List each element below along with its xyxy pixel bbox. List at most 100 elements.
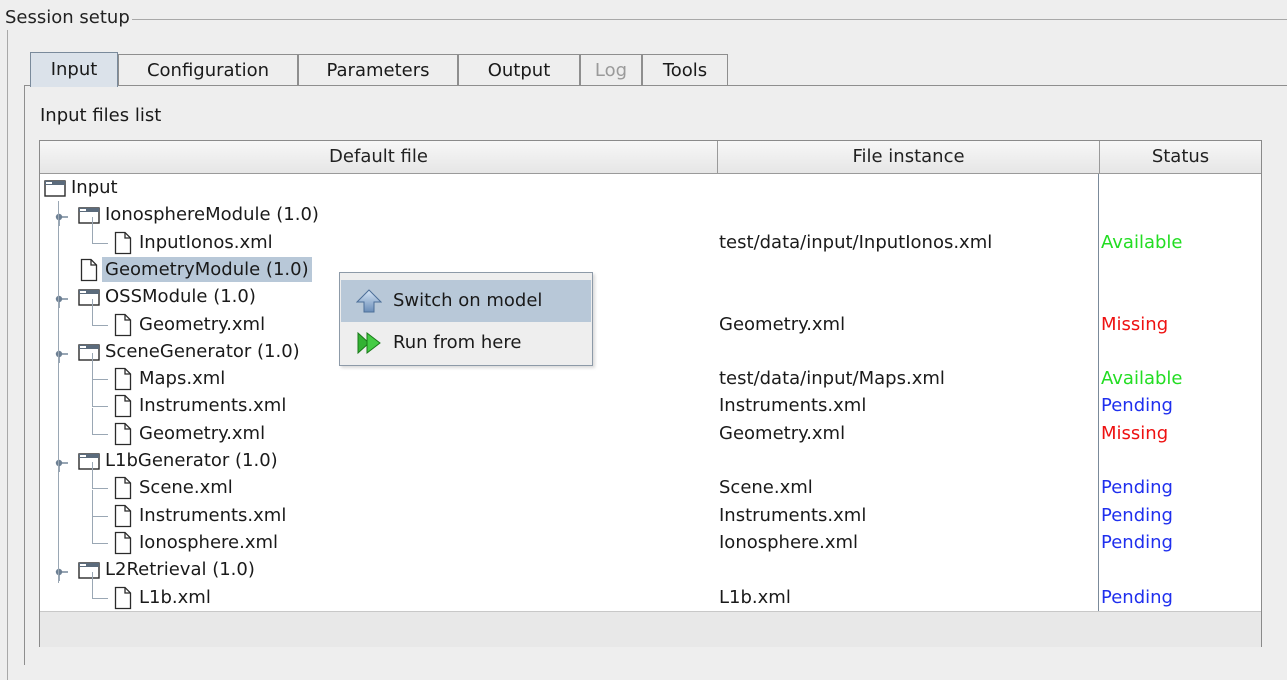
folder-icon (78, 343, 100, 366)
tree-line (92, 572, 93, 598)
tree-folder-row[interactable]: Input (40, 174, 1261, 201)
status-cell: Available (1101, 368, 1183, 389)
tree-line (92, 325, 108, 326)
folder-icon (78, 561, 100, 584)
tree-node-label[interactable]: Instruments.xml (136, 393, 289, 418)
folder-icon (78, 206, 100, 229)
file-instance-cell: Geometry.xml (719, 423, 846, 444)
tree-node-label[interactable]: L1b.xml (136, 585, 214, 610)
tree-file-row[interactable]: Ionosphere.xml Ionosphere.xml Pending (40, 517, 1261, 556)
expand-toggle-icon[interactable] (54, 565, 68, 581)
tree-node-label[interactable]: Scene.xml (136, 475, 236, 500)
tree-node-label[interactable]: InputIonos.xml (136, 230, 276, 255)
tree-file-row[interactable]: Instruments.xml Instruments.xml Pending (40, 380, 1261, 419)
tree-node-label[interactable]: Ionosphere.xml (136, 530, 281, 555)
tree-node-label[interactable]: GeometryModule (1.0) (102, 257, 312, 282)
status-cell: Missing (1101, 314, 1169, 335)
expand-toggle-icon[interactable] (54, 347, 68, 363)
menu-item-switch-on-model[interactable]: Switch on model (341, 280, 591, 322)
expand-toggle-icon[interactable] (54, 456, 68, 472)
tab-log: Log (580, 54, 642, 86)
tree-file-row[interactable]: L1b.xml L1b.xml Pending (40, 572, 1261, 611)
tree-node-label[interactable]: Maps.xml (136, 366, 228, 391)
tree-line (92, 408, 93, 434)
file-instance-cell: Scene.xml (719, 477, 813, 498)
tab-parameters[interactable]: Parameters (298, 54, 458, 86)
tree-folder-row[interactable]: IonosphereModule (1.0) (40, 201, 1261, 228)
table-header: Default file File instance Status (40, 141, 1261, 174)
tree-file-row[interactable]: Scene.xml Scene.xml Pending (40, 462, 1261, 501)
tree-node-label[interactable]: IonosphereModule (1.0) (102, 202, 322, 227)
tree-file-row[interactable]: Maps.xml test/data/input/Maps.xml Availabl… (40, 353, 1261, 392)
file-instance-cell: test/data/input/InputIonos.xml (719, 232, 993, 253)
table-footer (40, 611, 1261, 647)
status-cell: Pending (1101, 477, 1173, 498)
input-files-list-label: Input files list (40, 105, 162, 126)
tree-node-label[interactable]: L1bGenerator (1.0) (102, 448, 281, 473)
file-instance-cell: Instruments.xml (719, 505, 867, 526)
tree-folder-row[interactable]: OSSModule (1.0) (40, 283, 1261, 310)
status-cell: Pending (1101, 505, 1173, 526)
status-cell: Pending (1101, 395, 1173, 416)
tree-node-label[interactable]: L2Retrieval (1.0) (102, 557, 258, 582)
tree-node-label[interactable]: Instruments.xml (136, 503, 289, 528)
tree-file-row[interactable]: Geometry.xml Geometry.xml Missing (40, 299, 1261, 338)
tree-line (92, 488, 108, 489)
file-instance-cell: Ionosphere.xml (719, 532, 859, 553)
file-icon (114, 394, 132, 423)
run-forward-icon (356, 331, 382, 355)
tree-node-label[interactable]: OSSModule (1.0) (102, 284, 259, 309)
column-header-file-instance[interactable]: File instance (718, 141, 1100, 174)
expand-toggle-icon[interactable] (54, 292, 68, 308)
tree-line (92, 598, 108, 599)
up-arrow-icon (355, 289, 383, 313)
tree-folder-row[interactable]: L1bGenerator (1.0) (40, 447, 1261, 474)
file-instance-cell: L1b.xml (719, 587, 791, 608)
tree-line (58, 201, 59, 583)
tree-line (92, 379, 108, 380)
status-cell: Pending (1101, 532, 1173, 553)
tree-line (92, 490, 93, 516)
tree-line (92, 380, 93, 406)
input-files-table: Default file File instance Status Input I… (39, 140, 1262, 647)
column-header-status[interactable]: Status (1100, 141, 1261, 174)
menu-item-label: Run from here (393, 332, 522, 353)
table-body: Input IonosphereModule (1.0) InputIonos.xm… (40, 174, 1261, 611)
tree-line (92, 406, 108, 407)
tree-line (92, 543, 108, 544)
tree-folder-row[interactable]: L2Retrieval (1.0) (40, 556, 1261, 583)
tree-folder-row[interactable]: SceneGenerator (1.0) (40, 338, 1261, 365)
tree-file-row[interactable]: GeometryModule (1.0) (40, 256, 1261, 283)
file-instance-cell: Geometry.xml (719, 314, 846, 335)
column-header-default-file[interactable]: Default file (40, 141, 718, 174)
tab-configuration[interactable]: Configuration (118, 54, 298, 86)
tab-tools[interactable]: Tools (642, 54, 728, 86)
tree-file-row[interactable]: InputIonos.xml test/data/input/InputIonos… (40, 217, 1261, 256)
folder-icon (78, 288, 100, 311)
tree-line (92, 299, 93, 325)
tree-node-label[interactable]: Geometry.xml (136, 312, 268, 337)
tree-line (92, 434, 108, 435)
tree-line (92, 517, 93, 543)
tree-line (92, 353, 93, 379)
folder-icon (44, 179, 66, 202)
folder-icon (78, 452, 100, 475)
menu-item-label: Switch on model (393, 290, 543, 311)
tree-node-label[interactable]: Geometry.xml (136, 421, 268, 446)
tree-line (92, 243, 108, 244)
tab-output[interactable]: Output (458, 54, 580, 86)
tree-node-label[interactable]: SceneGenerator (1.0) (102, 339, 303, 364)
tab-input[interactable]: Input (30, 52, 118, 87)
expand-toggle-icon[interactable] (54, 210, 68, 226)
tree-file-row[interactable]: Geometry.xml Geometry.xml Missing (40, 408, 1261, 447)
status-cell: Pending (1101, 587, 1173, 608)
menu-item-run-from-here[interactable]: Run from here (341, 322, 591, 364)
status-cell: Missing (1101, 423, 1169, 444)
tree-line (92, 462, 93, 488)
file-icon (114, 476, 132, 505)
group-title: Session setup (4, 6, 132, 30)
tree-file-row[interactable]: Instruments.xml Instruments.xml Pending (40, 490, 1261, 529)
file-instance-cell: test/data/input/Maps.xml (719, 368, 945, 389)
status-cell: Available (1101, 232, 1183, 253)
tree-node-label[interactable]: Input (68, 175, 121, 200)
